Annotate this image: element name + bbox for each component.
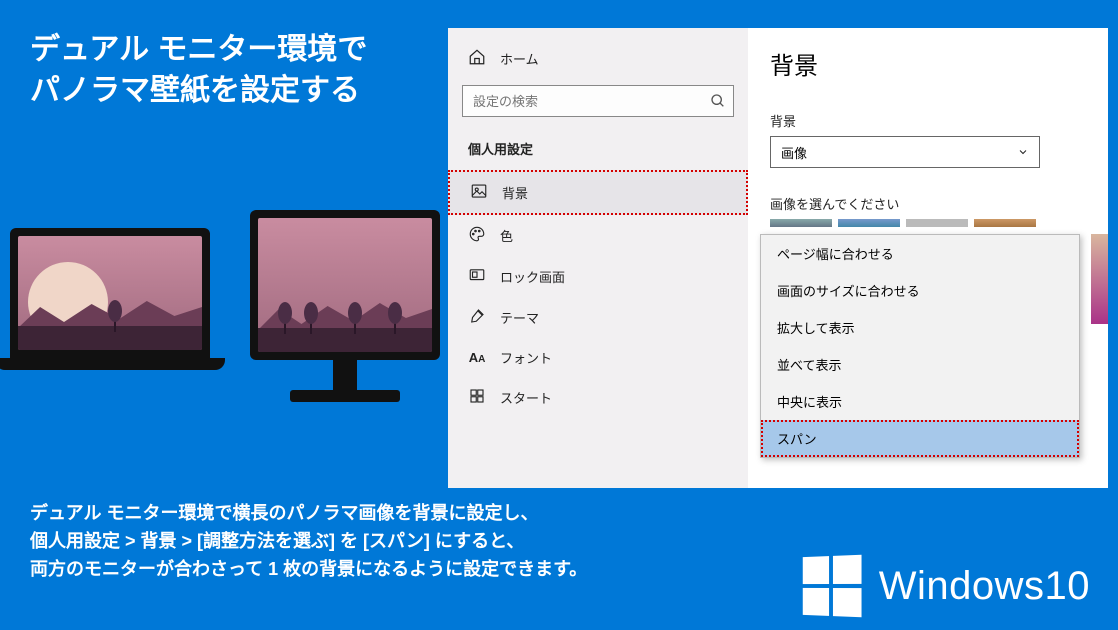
nav-label: 背景 <box>502 183 528 202</box>
search-icon <box>710 93 726 109</box>
brush-icon <box>468 307 486 328</box>
wallpaper-thumb[interactable] <box>838 219 900 227</box>
wallpaper-thumb[interactable] <box>906 219 968 227</box>
background-label: 背景 <box>770 111 1086 130</box>
description-text: デュアル モニター環境で横長のパノラマ画像を背景に設定し、 個人用設定 > 背景… <box>30 500 587 584</box>
settings-window: ホーム 個人用設定 背景色ロック画面テーマ AA フォントスタート 背景 背景 画像… <box>448 28 1108 488</box>
picture-icon <box>470 182 488 203</box>
dropdown-value: 画像 <box>781 143 807 162</box>
nav-label: ロック画面 <box>500 267 565 286</box>
thumbnail-row <box>770 219 1086 227</box>
fit-option[interactable]: ページ幅に合わせる <box>761 235 1079 272</box>
lock-icon <box>468 266 486 287</box>
sidebar-item-font[interactable]: AA フォント <box>448 338 748 377</box>
home-label: ホーム <box>500 49 539 68</box>
preview-sliver <box>1090 234 1108 324</box>
background-dropdown[interactable]: 画像 <box>770 136 1040 168</box>
sidebar-item-picture[interactable]: 背景 <box>448 170 748 215</box>
fit-option[interactable]: 中央に表示 <box>761 383 1079 420</box>
sidebar-item-lock[interactable]: ロック画面 <box>448 256 748 297</box>
sidebar-item-brush[interactable]: テーマ <box>448 297 748 338</box>
font-icon: AA <box>468 350 486 365</box>
fit-option[interactable]: 並べて表示 <box>761 346 1079 383</box>
wallpaper-thumb[interactable] <box>770 219 832 227</box>
wallpaper-thumb[interactable] <box>974 219 1036 227</box>
nav-label: 色 <box>500 226 513 245</box>
desc-line1: デュアル モニター環境で横長のパノラマ画像を背景に設定し、 <box>30 500 587 528</box>
sidebar-item-home[interactable]: ホーム <box>448 38 748 79</box>
chevron-down-icon <box>1017 146 1029 158</box>
sidebar-section-title: 個人用設定 <box>448 131 748 170</box>
choose-image-label: 画像を選んでください <box>770 194 1086 213</box>
windows-logo: Windows10 <box>801 556 1090 616</box>
nav-label: テーマ <box>500 308 539 327</box>
dual-monitor-illustration <box>10 210 440 420</box>
fit-option[interactable]: スパン <box>761 420 1079 457</box>
laptop-icon <box>10 228 225 370</box>
start-icon <box>468 387 486 408</box>
windows-icon <box>802 555 861 617</box>
fit-options-menu: ページ幅に合わせる画面のサイズに合わせる拡大して表示並べて表示中央に表示スパン <box>760 234 1080 458</box>
page-heading: デュアル モニター環境で パノラマ壁紙を設定する <box>30 30 367 111</box>
nav-label: スタート <box>500 388 552 407</box>
settings-sidebar: ホーム 個人用設定 背景色ロック画面テーマ AA フォントスタート <box>448 28 748 488</box>
settings-content: 背景 背景 画像 画像を選んでください ページ幅に合わせる画面のサイズに合わせる… <box>748 28 1108 488</box>
desc-line3: 両方のモニターが合わさって 1 枚の背景になるように設定できます。 <box>30 556 587 584</box>
palette-icon <box>468 225 486 246</box>
monitor-icon <box>250 210 440 402</box>
sidebar-item-palette[interactable]: 色 <box>448 215 748 256</box>
search-input[interactable] <box>462 85 734 117</box>
fit-option[interactable]: 画面のサイズに合わせる <box>761 272 1079 309</box>
fit-option[interactable]: 拡大して表示 <box>761 309 1079 346</box>
nav-label: フォント <box>500 348 552 367</box>
title-line1: デュアル モニター環境で <box>30 30 367 71</box>
title-line2: パノラマ壁紙を設定する <box>30 71 367 112</box>
page-title: 背景 <box>770 46 1086 81</box>
home-icon <box>468 48 486 69</box>
desc-line2: 個人用設定 > 背景 > [調整方法を選ぶ] を [スパン] にすると、 <box>30 528 587 556</box>
windows-product-name: Windows10 <box>879 564 1090 609</box>
sidebar-item-start[interactable]: スタート <box>448 377 748 418</box>
